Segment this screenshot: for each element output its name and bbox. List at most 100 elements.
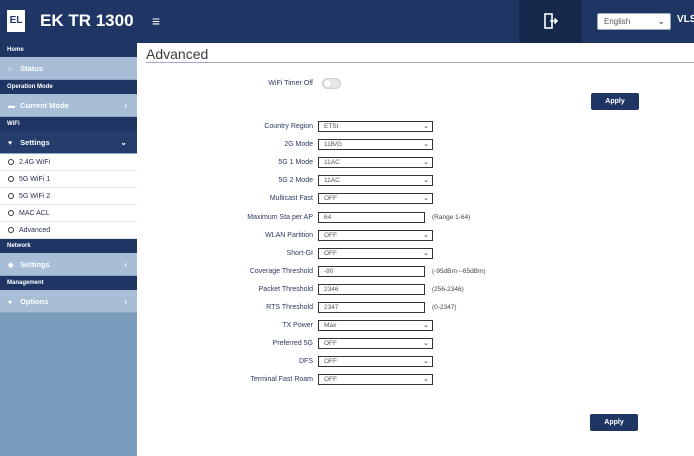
chevron-down-icon: ⌄	[423, 340, 429, 347]
sidebar-header-wifi: WiFi	[0, 117, 137, 131]
field-value: -90	[324, 268, 334, 275]
select-field[interactable]: 11AC ⌄	[318, 175, 433, 186]
sidebar-header-operation: Operation Mode	[0, 80, 137, 94]
select-field[interactable]: OFF ⌄	[318, 356, 433, 367]
field-value: 64	[324, 214, 332, 221]
field-value: ETSI	[324, 123, 339, 130]
select-field[interactable]: OFF ⌄	[318, 248, 433, 259]
chevron-down-icon: ⌄	[120, 138, 127, 147]
sidebar-item-label: Settings	[20, 260, 50, 269]
field-value: OFF	[324, 232, 337, 239]
select-field[interactable]: OFF ⌄	[318, 374, 433, 385]
wifi-timer-label: WiFi Timer Off	[268, 80, 313, 87]
text-field[interactable]: 2346	[318, 284, 425, 295]
title-divider	[146, 62, 694, 63]
logout-button[interactable]	[519, 0, 582, 43]
sidebar: Home ⌂ Status Operation Mode ▬ Current M…	[0, 43, 137, 456]
select-field[interactable]: Max ⌄	[318, 320, 433, 331]
sidebar-item-label: Status	[20, 64, 44, 73]
sidebar-item-options[interactable]: ● Options ‹	[0, 290, 137, 313]
field-label: 5G 1 Mode	[278, 159, 313, 166]
field-value: OFF	[324, 195, 337, 202]
chevron-down-icon: ⌄	[423, 195, 429, 202]
field-value: Max	[324, 322, 337, 329]
logout-icon	[544, 13, 558, 29]
select-field[interactable]: ETSI ⌄	[318, 121, 433, 132]
field-label: Short-GI	[286, 250, 313, 257]
user-name: VLS	[677, 14, 694, 25]
chevron-down-icon: ⌄	[423, 376, 429, 383]
select-field[interactable]: 11AC ⌄	[318, 157, 433, 168]
radio-icon	[8, 227, 14, 233]
sidebar-item-wifi-settings[interactable]: ♥ Settings ⌄	[0, 131, 137, 154]
sidebar-subitem-label: 5G WiFi 2	[19, 193, 51, 200]
field-value: 2347	[324, 304, 339, 311]
text-field[interactable]: 64	[318, 212, 425, 223]
field-label: 2G Mode	[284, 141, 313, 148]
chevron-down-icon: ⌄	[423, 250, 429, 257]
field-hint: (Range 1-64)	[432, 214, 471, 221]
field-value: OFF	[324, 340, 337, 347]
sidebar-subitem-label: MAC ACL	[19, 210, 50, 217]
apply-button-bottom[interactable]: Apply	[590, 414, 638, 431]
field-label: Multicast Fast	[269, 195, 313, 202]
field-hint: (-95dBm~-65dBm)	[432, 268, 486, 275]
field-label: Country Region	[264, 123, 313, 130]
language-value: English	[604, 17, 631, 26]
field-value: 11AC	[324, 159, 340, 166]
sidebar-header-home: Home	[0, 43, 137, 57]
field-value: 11AC	[324, 177, 340, 184]
sidebar-subitem-label: 5G WiFi 1	[19, 176, 51, 183]
chevron-left-icon: ‹	[124, 297, 127, 306]
sidebar-item-status[interactable]: ⌂ Status	[0, 57, 137, 80]
text-field[interactable]: -90	[318, 266, 425, 277]
sidebar-header-network: Network	[0, 239, 137, 253]
chevron-left-icon: ‹	[124, 260, 127, 269]
sidebar-item-current-mode[interactable]: ▬ Current Mode ‹	[0, 94, 137, 117]
sidebar-subitem-5g1[interactable]: 5G WiFi 1	[0, 171, 137, 188]
field-value: 2346	[324, 286, 339, 293]
chevron-left-icon: ‹	[124, 101, 127, 110]
field-label: DFS	[299, 358, 313, 365]
field-label: Maximum Sta per AP	[247, 214, 313, 221]
sidebar-subitem-5g2[interactable]: 5G WiFi 2	[0, 188, 137, 205]
apply-button-top[interactable]: Apply	[591, 93, 639, 110]
hamburger-icon[interactable]: ≡	[148, 13, 164, 29]
sidebar-item-label: Current Mode	[20, 101, 69, 110]
chevron-down-icon: ⌄	[423, 141, 429, 148]
select-field[interactable]: OFF ⌄	[318, 230, 433, 241]
language-select[interactable]: English ⌄	[597, 13, 671, 30]
sidebar-item-network-settings[interactable]: ◆ Settings ‹	[0, 253, 137, 276]
sidebar-subitem-24g[interactable]: 2.4G WiFi	[0, 154, 137, 171]
chevron-down-icon: ⌄	[657, 16, 665, 26]
select-field[interactable]: 11B/G ⌄	[318, 139, 433, 150]
field-hint: (256-2346)	[432, 286, 464, 293]
sidebar-subitem-label: Advanced	[19, 227, 51, 234]
radio-icon	[8, 193, 14, 199]
wifi-timer-toggle[interactable]	[322, 78, 341, 89]
sidebar-subitem-label: 2.4G WiFi	[19, 159, 51, 166]
field-value: OFF	[324, 250, 337, 257]
brand-name: EK TR 1300	[40, 11, 134, 30]
field-value: OFF	[324, 358, 337, 365]
top-bar: EL EK TR 1300 ≡ English ⌄ VLS	[0, 0, 694, 43]
radio-icon	[8, 210, 14, 216]
field-hint: (0-2347)	[432, 304, 457, 311]
home-icon: ⌂	[8, 66, 13, 73]
radio-icon	[8, 176, 14, 182]
select-field[interactable]: OFF ⌄	[318, 193, 433, 204]
brand-logo: EL	[7, 10, 25, 32]
field-label: RTS Threshold	[266, 304, 313, 311]
field-label: Preferred 5G	[272, 340, 313, 347]
sidebar-subitem-advanced[interactable]: Advanced	[0, 222, 137, 239]
sidebar-subitem-mac-acl[interactable]: MAC ACL	[0, 205, 137, 222]
mode-icon: ▬	[8, 103, 15, 110]
options-icon: ●	[8, 299, 13, 306]
sidebar-item-label: Settings	[20, 138, 50, 147]
network-settings-icon: ◆	[8, 262, 14, 269]
field-label: 5G 2 Mode	[278, 177, 313, 184]
toggle-knob	[324, 80, 331, 87]
select-field[interactable]: OFF ⌄	[318, 338, 433, 349]
field-label: Coverage Threshold	[249, 268, 313, 275]
text-field[interactable]: 2347	[318, 302, 425, 313]
